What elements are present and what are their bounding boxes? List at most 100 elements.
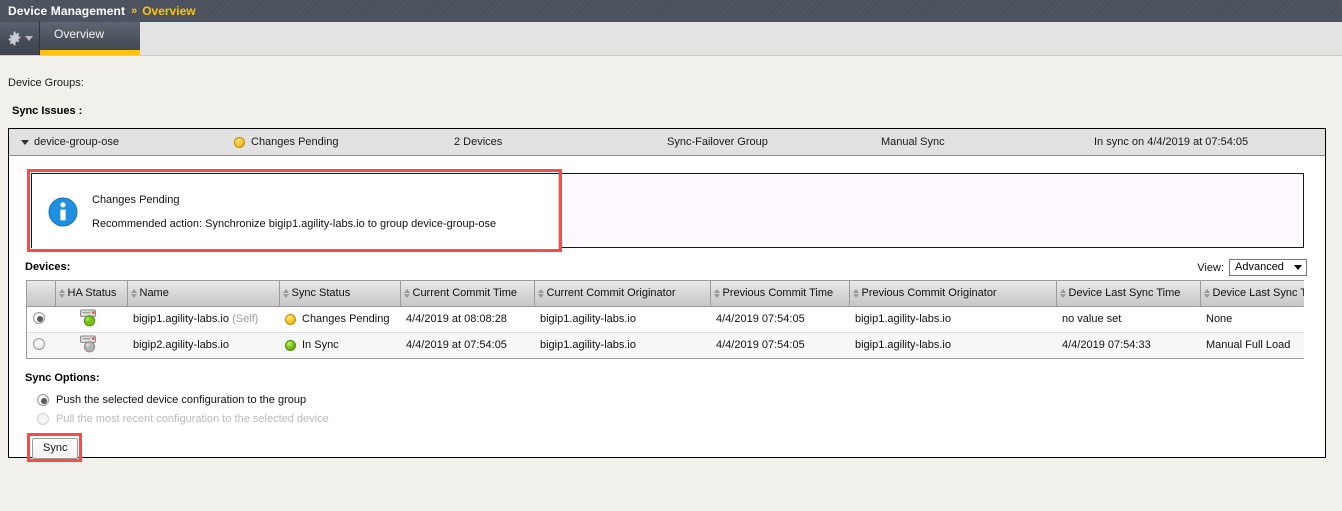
- device-group-header-row[interactable]: device-group-ose Changes Pending 2 Devic…: [9, 129, 1325, 156]
- row-previous-commit-time-cell: 4/4/2019 07:54:05: [710, 306, 849, 333]
- row-radio-button[interactable]: [33, 337, 45, 350]
- sort-icon: [282, 288, 289, 298]
- sort-icon: [403, 288, 410, 298]
- tab-overview[interactable]: Overview: [40, 22, 140, 55]
- sync-option-pull-radio: [37, 413, 49, 425]
- device-group-sync-mode: Manual Sync: [881, 136, 945, 148]
- row-current-commit-originator-cell: bigip1.agility-labs.io: [534, 306, 710, 333]
- row-previous-commit-originator-cell: bigip1.agility-labs.io: [849, 306, 1056, 333]
- col-device-last-sync-time[interactable]: Device Last Sync Time: [1056, 281, 1201, 307]
- device-groups-label: Device Groups:: [8, 77, 84, 89]
- row-radio-button[interactable]: [33, 311, 45, 324]
- row-sync-status-cell: Changes Pending: [279, 306, 400, 333]
- sort-icon: [713, 288, 720, 298]
- sync-issue-recommended-action: Recommended action: Synchronize bigip1.a…: [92, 217, 497, 230]
- device-group-device-count: 2 Devices: [454, 136, 503, 148]
- device-group-name: device-group-ose: [34, 136, 119, 148]
- col-sync-status[interactable]: Sync Status: [279, 281, 401, 307]
- device-group-last-sync: In sync on 4/4/2019 at 07:54:05: [1094, 136, 1249, 148]
- col-ha-status[interactable]: HA Status: [55, 281, 128, 307]
- devices-table-wrapper: HA Status Name Sync Status Current Commi…: [26, 280, 1304, 359]
- sort-icon: [1203, 288, 1210, 298]
- view-select[interactable]: Advanced: [1229, 259, 1307, 276]
- row-ha-status-cell: [55, 306, 127, 333]
- row-select-cell[interactable]: [27, 332, 55, 358]
- yellow-status-dot-icon: [234, 136, 245, 148]
- row-name-cell: bigip2.agility-labs.io: [127, 332, 279, 358]
- yellow-status-dot-icon: [285, 313, 296, 325]
- col-device-last-sync-type[interactable]: Device Last Sync Type: [1200, 281, 1305, 307]
- sync-issue-title: Changes Pending: [92, 193, 180, 206]
- green-status-dot-icon: [285, 339, 296, 351]
- device-name: bigip2.agility-labs.io: [133, 339, 229, 352]
- view-control: View: Advanced: [1197, 259, 1307, 276]
- col-current-commit-time-label: Current Commit Time: [412, 287, 518, 300]
- info-icon: [48, 197, 78, 226]
- row-name-cell: bigip1.agility-labs.io (Self): [127, 306, 279, 333]
- gear-icon: [8, 31, 20, 46]
- sync-option-push-radio[interactable]: [37, 394, 49, 406]
- row-device-last-sync-type-cell: None: [1200, 306, 1304, 333]
- col-current-commit-time[interactable]: Current Commit Time: [400, 281, 535, 307]
- devices-table-header-row: HA Status Name Sync Status Current Commi…: [27, 281, 1305, 307]
- col-name-label: Name: [139, 287, 169, 300]
- sort-icon: [130, 288, 137, 298]
- sync-option-push-label: Push the selected device configuration t…: [56, 394, 307, 406]
- device-sync-status: Changes Pending: [302, 313, 390, 325]
- gear-menu-button[interactable]: [0, 22, 40, 55]
- row-current-commit-originator-cell: bigip1.agility-labs.io: [534, 332, 710, 358]
- sync-issues-label: Sync Issues :: [12, 105, 83, 117]
- view-select-value: Advanced: [1235, 261, 1284, 273]
- col-current-commit-originator[interactable]: Current Commit Originator: [534, 281, 711, 307]
- device-group-panel: device-group-ose Changes Pending 2 Devic…: [8, 128, 1326, 462]
- sort-icon: [1059, 288, 1066, 298]
- sync-button[interactable]: Sync: [32, 438, 79, 459]
- row-previous-commit-originator-cell: bigip1.agility-labs.io: [849, 332, 1056, 358]
- col-previous-commit-originator[interactable]: Previous Commit Originator: [849, 281, 1057, 307]
- device-self-tag: (Self): [232, 313, 259, 325]
- row-current-commit-time-cell: 4/4/2019 at 08:08:28: [400, 306, 534, 333]
- col-device-last-sync-time-label: Device Last Sync Time: [1068, 287, 1181, 300]
- sync-issue-text-block: Changes Pending Recommended action: Sync…: [92, 194, 496, 230]
- device-group-name-cell[interactable]: device-group-ose: [21, 136, 119, 148]
- device-green-icon: [80, 309, 96, 326]
- tab-overview-label: Overview: [54, 27, 105, 41]
- chevron-down-icon: [24, 36, 33, 41]
- sync-options-label: Sync Options:: [25, 372, 100, 384]
- caret-down-icon: [21, 140, 29, 145]
- devices-label: Devices:: [25, 261, 71, 273]
- device-name: bigip1.agility-labs.io: [133, 313, 229, 325]
- col-ha-status-label: HA Status: [67, 287, 117, 300]
- col-select: [27, 281, 56, 307]
- row-device-last-sync-type-cell: Manual Full Load: [1200, 332, 1304, 358]
- view-label: View:: [1197, 261, 1224, 274]
- row-select-cell[interactable]: [27, 306, 55, 333]
- row-current-commit-time-cell: 4/4/2019 at 07:54:05: [400, 332, 534, 358]
- device-gray-icon: [80, 335, 96, 353]
- row-previous-commit-time-cell: 4/4/2019 07:54:05: [710, 332, 849, 358]
- sync-option-push[interactable]: Push the selected device configuration t…: [37, 394, 306, 406]
- row-device-last-sync-time-cell: 4/4/2019 07:54:33: [1056, 332, 1200, 358]
- device-group-type: Sync-Failover Group: [667, 136, 768, 148]
- devices-table: HA Status Name Sync Status Current Commi…: [27, 281, 1304, 358]
- breadcrumb-current: Overview: [142, 4, 196, 18]
- breadcrumb-bar: Device Management » Overview: [0, 0, 1342, 22]
- col-previous-commit-time[interactable]: Previous Commit Time: [710, 281, 850, 307]
- row-ha-status-cell: [55, 332, 127, 358]
- col-device-last-sync-type-label: Device Last Sync Type: [1212, 287, 1305, 300]
- col-previous-commit-originator-label: Previous Commit Originator: [861, 287, 997, 300]
- main-content: Device Groups: Sync Issues : device-grou…: [0, 56, 1342, 511]
- chevron-down-icon: [1294, 264, 1302, 270]
- col-name[interactable]: Name: [127, 281, 280, 307]
- sync-issue-info-panel: Changes Pending Recommended action: Sync…: [31, 173, 1304, 249]
- sync-option-pull-label: Pull the most recent configuration to th…: [56, 413, 329, 425]
- table-row[interactable]: bigip2.agility-labs.io In Sync 4/4/2019 …: [27, 332, 1304, 358]
- sort-icon: [852, 288, 859, 298]
- device-group-status-cell: Changes Pending: [234, 136, 338, 148]
- table-row[interactable]: bigip1.agility-labs.io (Self) Changes Pe…: [27, 306, 1304, 333]
- breadcrumb-root[interactable]: Device Management: [8, 4, 125, 18]
- breadcrumb-separator-icon: »: [131, 5, 137, 17]
- col-sync-status-label: Sync Status: [291, 287, 351, 300]
- row-sync-status-cell: In Sync: [279, 332, 400, 358]
- device-group-status: Changes Pending: [251, 136, 339, 148]
